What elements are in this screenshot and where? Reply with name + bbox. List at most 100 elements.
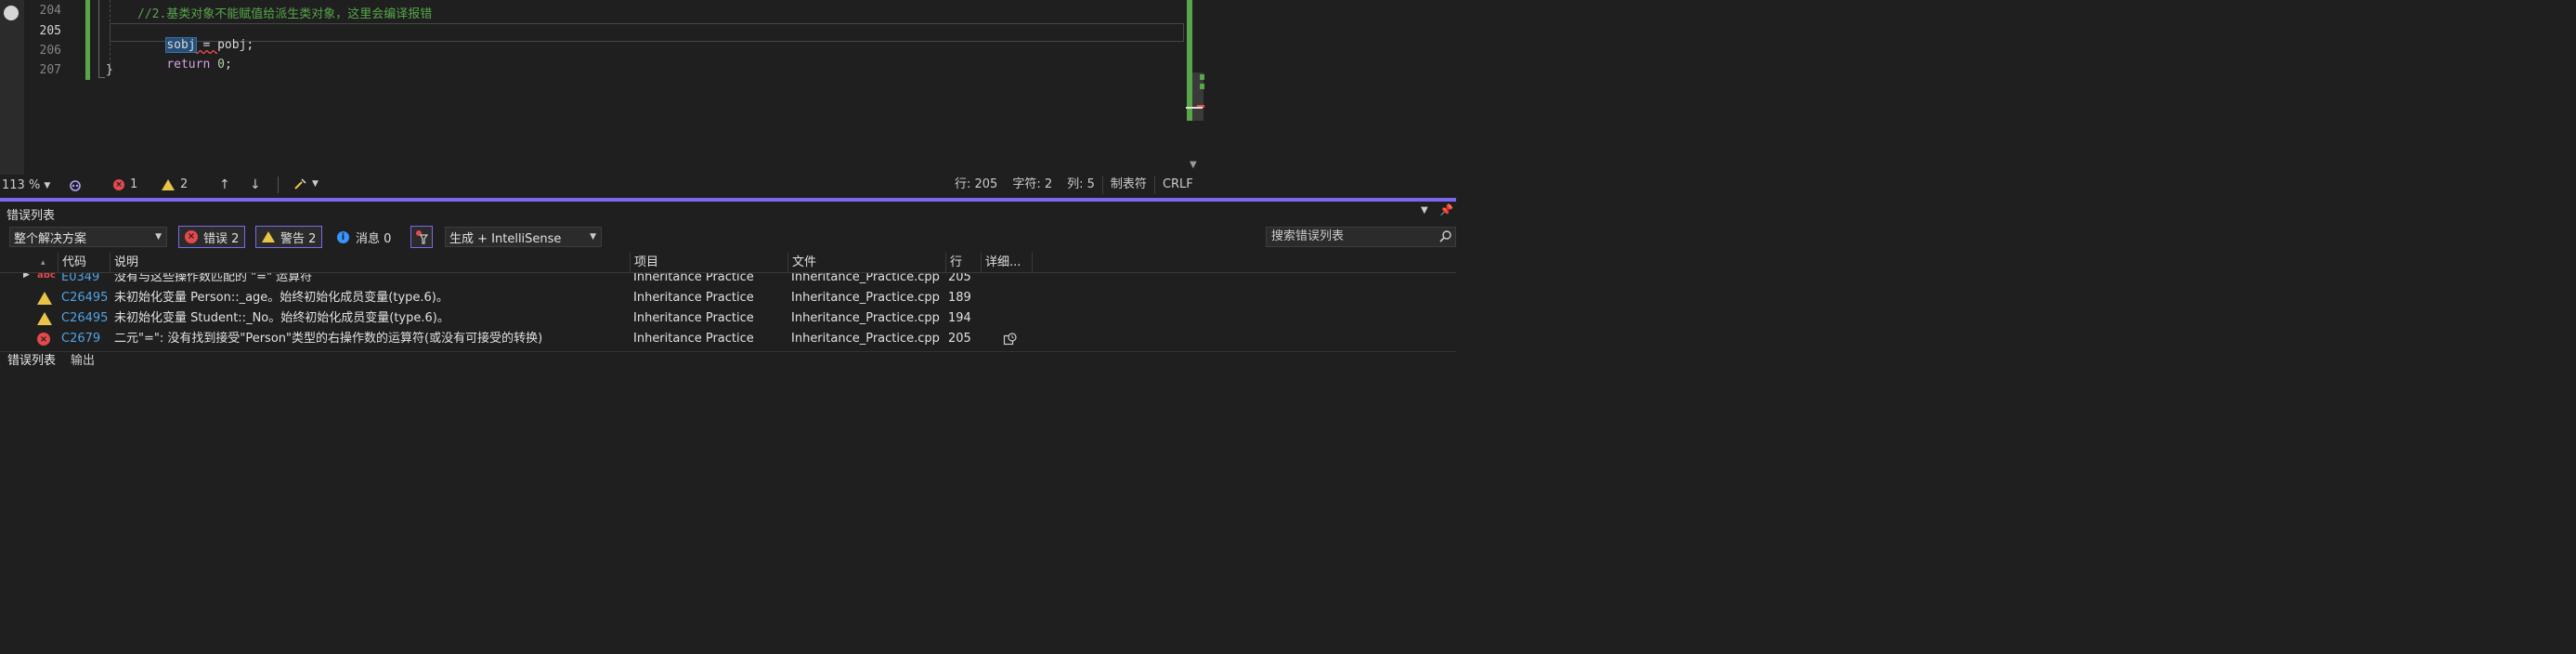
- chevron-down-icon: ▼: [155, 232, 162, 242]
- warning-count-value: 2: [180, 177, 189, 191]
- breakpoint-icon[interactable]: [4, 6, 19, 20]
- source-value: 生成 + IntelliSense: [449, 231, 562, 246]
- pin-icon[interactable]: 📌: [1439, 203, 1453, 216]
- indent-mode[interactable]: 制表符: [1101, 176, 1154, 194]
- number-literal: 0: [217, 58, 225, 72]
- code-line-return[interactable]: return 0;: [137, 44, 232, 85]
- messages-label: 消息 0: [356, 231, 392, 246]
- breakpoint-margin[interactable]: [0, 0, 24, 175]
- scope-value: 整个解决方案: [14, 231, 87, 246]
- change-indicator-bar: [85, 0, 90, 80]
- line-ending[interactable]: CRLF: [1153, 176, 1201, 194]
- chevron-down-icon: ▼: [44, 180, 51, 190]
- show-online-help-icon[interactable]: [1003, 332, 1018, 350]
- warnings-label: 警告 2: [280, 231, 317, 246]
- cell-code[interactable]: E0349: [61, 273, 110, 288]
- table-row[interactable]: C26495 未初始化变量 Student::_No。始终初始化成员变量(typ…: [0, 308, 1456, 329]
- cell-description: 未初始化变量 Person::_age。始终初始化成员变量(type.6)。: [114, 291, 449, 305]
- cell-project: Inheritance Practice: [633, 332, 754, 346]
- editor-status-strip: 113 % ▼ × 1 2 ↑ ↓ ▼ ◀ ▶: [0, 175, 1456, 363]
- column-header-line[interactable]: 行: [945, 253, 981, 273]
- table-row[interactable]: × C2679 二元"=": 没有找到接受"Person"类型的右操作数的运算符…: [0, 329, 1456, 349]
- panel-title: 错误列表: [7, 209, 56, 223]
- line-number: 207: [39, 63, 61, 77]
- error-icon: ×: [113, 178, 124, 190]
- source-dropdown[interactable]: 生成 + IntelliSense ▼: [445, 227, 602, 247]
- arrow-down-icon[interactable]: ↓: [250, 177, 261, 192]
- cell-project: Inheritance Practice: [633, 311, 754, 325]
- tab-error-list[interactable]: 错误列表: [4, 353, 59, 370]
- cell-description: 二元"=": 没有找到接受"Person"类型的右操作数的运算符(或没有可接受的…: [114, 332, 543, 346]
- code-cleanup-button[interactable]: ▼: [293, 177, 319, 190]
- column-header-project[interactable]: 项目: [630, 253, 787, 273]
- line-number: 204: [39, 4, 61, 18]
- cell-line: 205: [948, 332, 971, 346]
- column-header-details[interactable]: 详细...: [981, 253, 1033, 273]
- cell-description: 未初始化变量 Student::_No。始终初始化成员变量(type.6)。: [114, 311, 449, 325]
- cell-code[interactable]: C26495: [61, 308, 110, 329]
- panel-menu-icon[interactable]: ▼: [1421, 205, 1428, 216]
- bottom-tab-strip: 错误列表 输出: [0, 351, 1456, 370]
- caret-position-info: 行: 205 字符: 2 列: 5 制表符 CRLF: [947, 176, 1201, 194]
- zoom-dropdown[interactable]: 113 % ▼: [2, 177, 63, 193]
- warning-icon: [37, 312, 52, 325]
- scrollbar-change-mark: [1200, 74, 1204, 80]
- messages-filter-toggle[interactable]: i 消息 0: [333, 226, 395, 248]
- tab-output[interactable]: 输出: [67, 353, 98, 370]
- error-list-panel: 错误列表 ▼ 📌 整个解决方案 ▼ × 错误 2 警告 2 i 消息 0 生成 …: [0, 202, 1456, 370]
- table-row[interactable]: ▶ abc E0349 没有与这些操作数匹配的 "=" 运算符 Inherita…: [0, 273, 1456, 288]
- warning-icon: [262, 231, 275, 242]
- punctuation: ;: [224, 58, 232, 72]
- sort-icon[interactable]: ▴: [37, 253, 58, 273]
- expand-arrow-icon[interactable]: ▶: [23, 273, 30, 280]
- search-input[interactable]: 搜索错误列表: [1266, 227, 1456, 247]
- column-header-file[interactable]: 文件: [787, 253, 945, 273]
- table-row[interactable]: C26495 未初始化变量 Person::_age。始终初始化成员变量(typ…: [0, 288, 1456, 308]
- error-count-value: 1: [130, 177, 138, 191]
- column-header-code[interactable]: 代码: [58, 253, 110, 273]
- code-editor[interactable]: 204 205 206 207 //2.基类对象不能赋值给派生类对象，这里会编译…: [0, 0, 1456, 175]
- fold-guide-end: [98, 77, 105, 78]
- scrollbar-change-mark: [1200, 84, 1204, 89]
- copilot-icon[interactable]: [68, 177, 83, 192]
- column-header-description[interactable]: 说明: [110, 253, 630, 273]
- cell-line: 205: [948, 273, 971, 284]
- arrow-up-icon[interactable]: ↑: [219, 177, 230, 192]
- cell-file: Inheritance_Practice.cpp: [791, 273, 940, 284]
- spelling-error-icon: abc: [37, 273, 56, 281]
- char-position[interactable]: 字符: 2: [1005, 176, 1060, 194]
- scrollbar-caret-mark: [1186, 107, 1203, 109]
- cell-line: 189: [948, 291, 971, 305]
- keyword: return: [166, 58, 211, 72]
- divider: [278, 177, 279, 193]
- code-line-brace[interactable]: }: [106, 63, 113, 77]
- cell-file: Inheritance_Practice.cpp: [791, 291, 940, 305]
- scope-dropdown[interactable]: 整个解决方案 ▼: [9, 227, 167, 247]
- error-list-header: ▴ 代码 说明 项目 文件 行 详细...: [0, 253, 1456, 273]
- line-position[interactable]: 行: 205: [947, 176, 1005, 194]
- line-number-current: 205: [39, 24, 61, 38]
- errors-filter-toggle[interactable]: × 错误 2: [178, 226, 246, 248]
- warning-icon: [37, 292, 52, 305]
- filter-button[interactable]: [410, 226, 433, 248]
- warning-icon: [162, 178, 175, 190]
- column-position[interactable]: 列: 5: [1060, 176, 1102, 194]
- warnings-filter-toggle[interactable]: 警告 2: [255, 226, 323, 248]
- chevron-down-icon: ▼: [590, 232, 596, 242]
- fold-guide: [98, 0, 99, 78]
- cell-code[interactable]: C26495: [61, 288, 110, 308]
- warning-count[interactable]: 2: [162, 177, 188, 191]
- cell-project: Inheritance Practice: [633, 291, 754, 305]
- search-icon[interactable]: [1439, 229, 1452, 249]
- cell-project: Inheritance Practice: [633, 273, 754, 284]
- error-icon: ×: [185, 230, 198, 243]
- error-count[interactable]: × 1: [113, 177, 137, 191]
- cell-code[interactable]: C2679: [61, 329, 110, 349]
- code-line-comment[interactable]: //2.基类对象不能赋值给派生类对象，这里会编译报错: [137, 4, 432, 21]
- scroll-down-arrow-icon[interactable]: ▼: [1190, 160, 1197, 170]
- info-icon: i: [337, 230, 349, 243]
- error-list-toolbar: 整个解决方案 ▼ × 错误 2 警告 2 i 消息 0 生成 + Intelli…: [0, 226, 1456, 250]
- filter-icon: [416, 230, 428, 244]
- zoom-value: 113 %: [2, 178, 41, 192]
